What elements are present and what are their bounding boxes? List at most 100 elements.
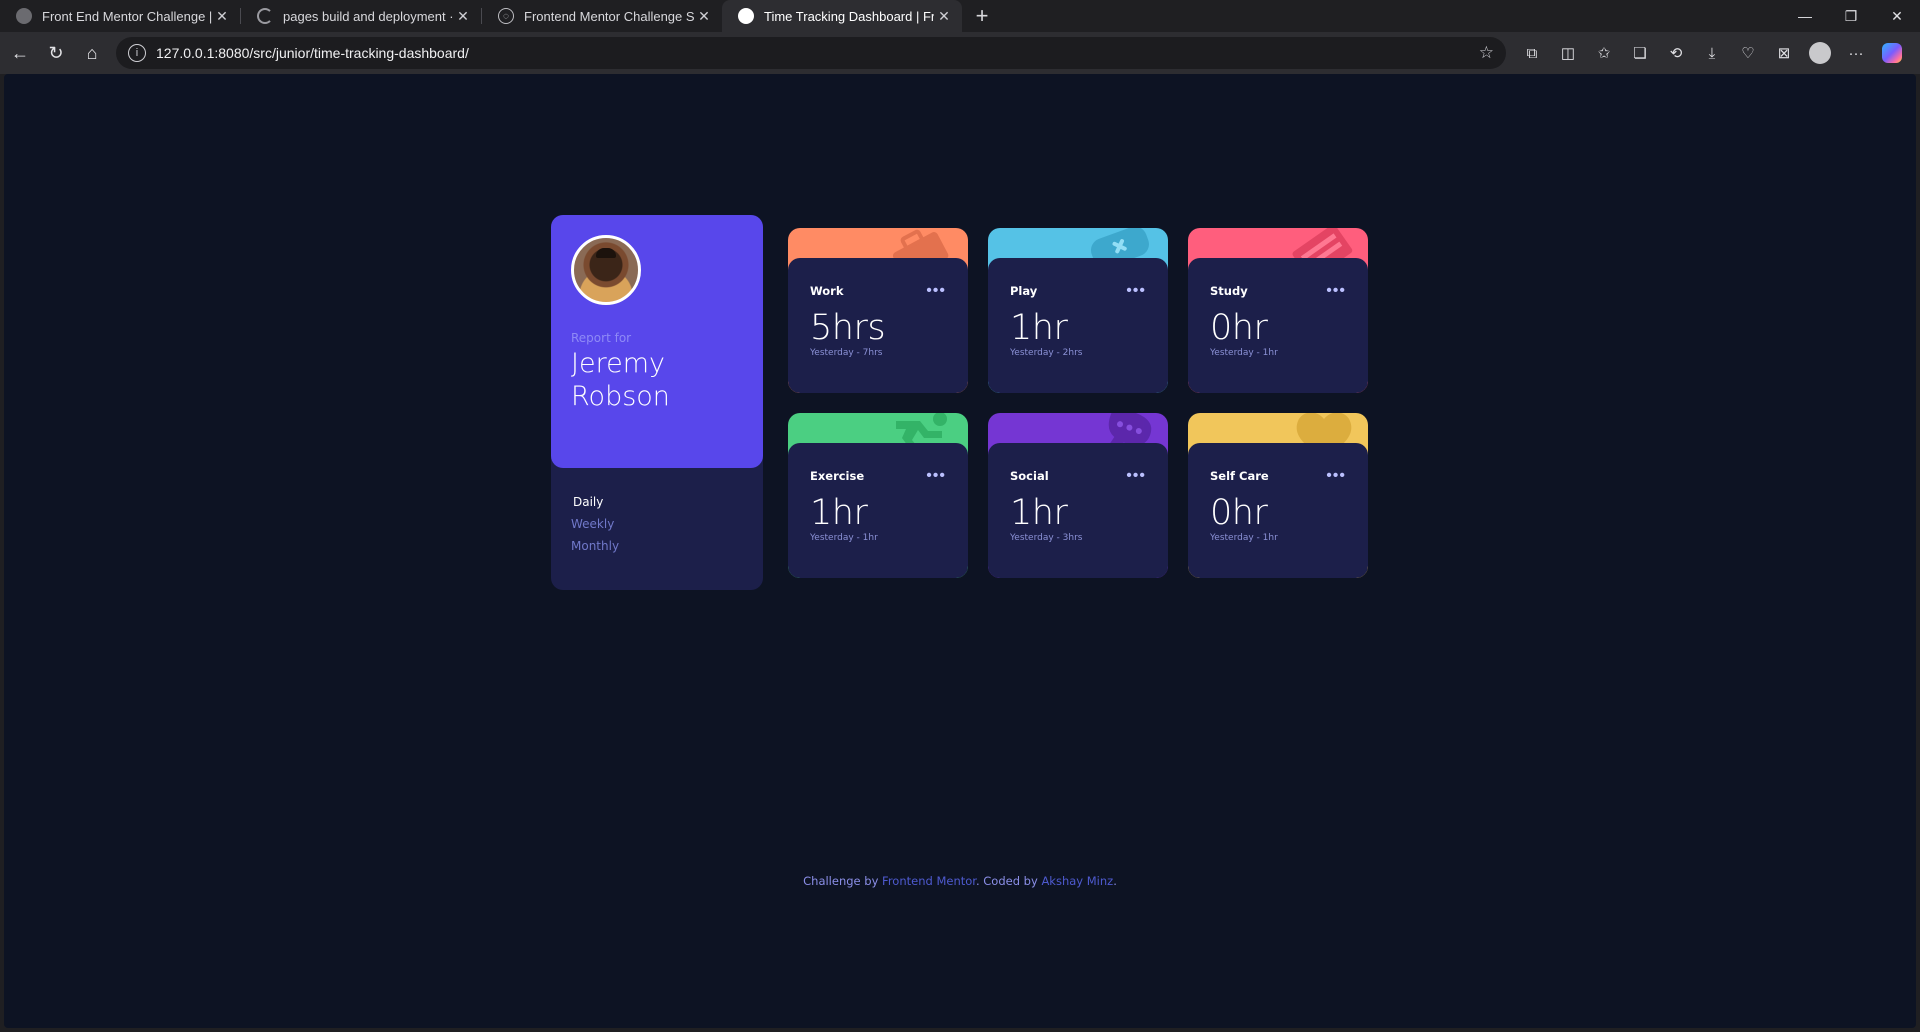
browser-essentials-icon[interactable]: ♡ <box>1730 35 1766 71</box>
close-tab-icon[interactable]: ✕ <box>212 6 232 26</box>
tab-title: pages build and deployment · Ak <box>283 8 453 24</box>
activity-label: Exercise <box>810 469 865 483</box>
tab-title: Time Tracking Dashboard | Fronte <box>764 8 934 24</box>
browser-tab[interactable]: pages build and deployment · Ak ✕ <box>241 0 481 32</box>
home-icon[interactable]: ⌂ <box>74 35 110 71</box>
url-text[interactable]: 127.0.0.1:8080/src/junior/time-tracking-… <box>156 45 1479 61</box>
activity-label: Play <box>1010 284 1038 298</box>
copilot-logo <box>1882 43 1902 63</box>
activity-card-social: Social ••• 1hr Yesterday - 3hrs <box>988 413 1168 578</box>
scrollbar[interactable] <box>1916 74 1920 1032</box>
activity-label: Social <box>1010 469 1049 483</box>
ellipsis-icon[interactable]: ••• <box>1126 283 1146 299</box>
period-weekly-button[interactable]: Weekly <box>571 517 743 531</box>
browser-tab-active[interactable]: Time Tracking Dashboard | Fronte ✕ <box>722 0 962 32</box>
activity-card-body: Exercise ••• 1hr Yesterday - 1hr <box>788 443 968 578</box>
tab-title: Frontend Mentor Challenge Solut <box>524 8 694 24</box>
attribution-prefix: Challenge by <box>803 874 883 888</box>
address-bar[interactable]: i 127.0.0.1:8080/src/junior/time-trackin… <box>116 37 1506 69</box>
activity-grid: Work ••• 5hrs Yesterday - 7hrs Play ••• <box>788 228 1368 590</box>
activity-previous: Yesterday - 2hrs <box>1010 348 1083 358</box>
refresh-icon[interactable]: ↻ <box>38 35 74 71</box>
more-options-icon[interactable]: ··· <box>1838 35 1874 71</box>
author-link[interactable]: Akshay Minz <box>1041 874 1113 888</box>
activity-previous: Yesterday - 1hr <box>1210 533 1278 543</box>
window-controls: — ❐ ✕ <box>1782 0 1920 32</box>
profile-last-name: Robson <box>571 381 670 412</box>
time-tracking-dashboard: Report for Jeremy Robson Daily Weekly Mo… <box>551 215 1368 590</box>
activity-label: Study <box>1210 284 1248 298</box>
period-selector: Daily Weekly Monthly <box>551 468 763 553</box>
activity-previous: Yesterday - 7hrs <box>810 348 883 358</box>
loading-spinner-icon <box>257 8 273 24</box>
profile-name: Jeremy Robson <box>571 347 743 413</box>
activity-card-self-care: Self Care ••• 0hr Yesterday - 1hr <box>1188 413 1368 578</box>
attribution-suffix: . <box>1113 874 1117 888</box>
attribution: Challenge by Frontend Mentor. Coded by A… <box>0 874 1920 888</box>
activity-previous: Yesterday - 1hr <box>810 533 878 543</box>
site-favicon-icon <box>738 8 754 24</box>
attribution-middle: . Coded by <box>975 874 1042 888</box>
profile-card: Report for Jeremy Robson Daily Weekly Mo… <box>551 215 763 590</box>
profile-header: Report for Jeremy Robson <box>551 215 763 468</box>
site-info-icon[interactable]: i <box>128 44 146 62</box>
close-tab-icon[interactable]: ✕ <box>934 6 954 26</box>
site-favicon-icon <box>16 8 32 24</box>
collections-icon[interactable]: ❏ <box>1622 35 1658 71</box>
ellipsis-icon[interactable]: ••• <box>926 283 946 299</box>
avatar <box>1809 42 1831 64</box>
browser-tab[interactable]: Front End Mentor Challenge | IP A ✕ <box>0 0 240 32</box>
split-screen-icon[interactable]: ◫ <box>1550 35 1586 71</box>
ellipsis-icon[interactable]: ••• <box>1326 283 1346 299</box>
ellipsis-icon[interactable]: ••• <box>1326 468 1346 484</box>
activity-hours: 1hr <box>810 493 868 533</box>
close-window-icon[interactable]: ✕ <box>1874 0 1920 32</box>
activity-card-exercise: Exercise ••• 1hr Yesterday - 1hr <box>788 413 968 578</box>
activity-hours: 5hrs <box>810 308 886 348</box>
tab-title: Front End Mentor Challenge | IP A <box>42 8 212 24</box>
restore-icon[interactable]: ❐ <box>1828 0 1874 32</box>
period-monthly-button[interactable]: Monthly <box>571 539 743 553</box>
extensions-icon[interactable]: ⧉ <box>1514 35 1550 71</box>
avatar <box>571 235 641 305</box>
minimize-icon[interactable]: — <box>1782 0 1828 32</box>
browser-toolbar: ← ↻ ⌂ i 127.0.0.1:8080/src/junior/time-t… <box>0 32 1920 74</box>
activity-card-work: Work ••• 5hrs Yesterday - 7hrs <box>788 228 968 393</box>
activity-label: Self Care <box>1210 469 1269 483</box>
activity-card-study: Study ••• 0hr Yesterday - 1hr <box>1188 228 1368 393</box>
copilot-icon[interactable] <box>1874 35 1910 71</box>
screenshot-icon[interactable]: ⊠ <box>1766 35 1802 71</box>
activity-previous: Yesterday - 1hr <box>1210 348 1278 358</box>
profile-icon[interactable] <box>1802 35 1838 71</box>
activity-card-body: Social ••• 1hr Yesterday - 3hrs <box>988 443 1168 578</box>
activity-hours: 1hr <box>1010 308 1068 348</box>
activity-hours: 0hr <box>1210 493 1268 533</box>
activity-card-body: Work ••• 5hrs Yesterday - 7hrs <box>788 258 968 393</box>
report-for-label: Report for <box>571 331 632 345</box>
activity-card-body: Study ••• 0hr Yesterday - 1hr <box>1188 258 1368 393</box>
toolbar-icons: ⧉ ◫ ✩ ❏ ⟲ ⤓ ♡ ⊠ ··· <box>1514 35 1910 71</box>
activity-card-body: Self Care ••• 0hr Yesterday - 1hr <box>1188 443 1368 578</box>
close-tab-icon[interactable]: ✕ <box>694 6 714 26</box>
activity-card-body: Play ••• 1hr Yesterday - 2hrs <box>988 258 1168 393</box>
activity-label: Work <box>810 284 844 298</box>
frontend-mentor-link[interactable]: Frontend Mentor <box>882 874 976 888</box>
close-tab-icon[interactable]: ✕ <box>453 6 473 26</box>
new-tab-button[interactable]: + <box>966 0 998 32</box>
back-arrow-icon[interactable]: ← <box>2 35 38 71</box>
period-daily-button[interactable]: Daily <box>573 495 743 509</box>
browser-tab[interactable]: ◌ Frontend Mentor Challenge Solut ✕ <box>482 0 722 32</box>
activity-card-play: Play ••• 1hr Yesterday - 2hrs <box>988 228 1168 393</box>
history-icon[interactable]: ⟲ <box>1658 35 1694 71</box>
downloads-icon[interactable]: ⤓ <box>1694 35 1730 71</box>
globe-icon: ◌ <box>498 8 514 24</box>
favorites-icon[interactable]: ✩ <box>1586 35 1622 71</box>
profile-first-name: Jeremy <box>571 348 665 379</box>
favorite-star-icon[interactable]: ☆ <box>1479 43 1494 63</box>
activity-hours: 1hr <box>1010 493 1068 533</box>
tab-strip: Front End Mentor Challenge | IP A ✕ page… <box>0 0 1920 32</box>
activity-hours: 0hr <box>1210 308 1268 348</box>
ellipsis-icon[interactable]: ••• <box>1126 468 1146 484</box>
activity-previous: Yesterday - 3hrs <box>1010 533 1083 543</box>
ellipsis-icon[interactable]: ••• <box>926 468 946 484</box>
